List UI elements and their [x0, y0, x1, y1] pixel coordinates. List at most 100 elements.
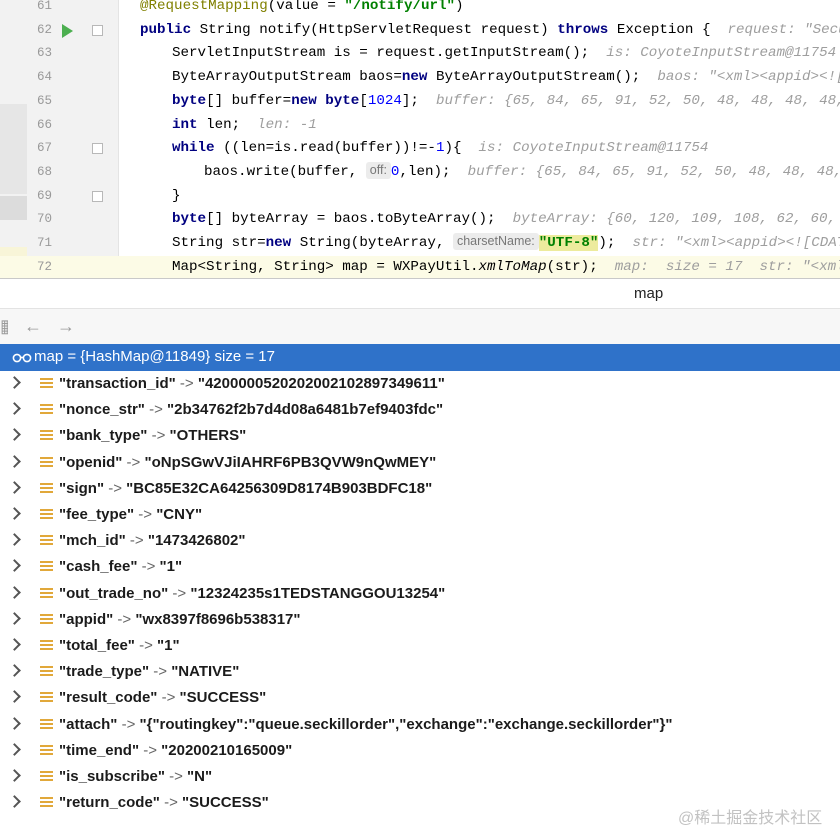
entry-value: "1473426802"	[147, 532, 246, 550]
expand-chevron-icon[interactable]	[8, 716, 21, 730]
expand-chevron-icon[interactable]	[8, 585, 21, 599]
expand-chevron-icon[interactable]	[8, 533, 21, 547]
tree-row[interactable]: "mch_id" -> "1473426802"	[0, 528, 840, 554]
code-line[interactable]: 65 byte[] buffer=new byte[1024]; buffer: …	[0, 90, 840, 114]
tree-row[interactable]: "time_end" -> "20200210165009"	[0, 738, 840, 764]
fold-marker-icon[interactable]	[92, 143, 103, 155]
map-entry-icon	[40, 535, 53, 548]
tree-row[interactable]: "nonce_str" -> "2b34762f2b7d4d08a6481b7e…	[0, 397, 840, 423]
code-line[interactable]: 72 Map<String, String> map = WXPayUtil.xm…	[0, 255, 840, 278]
expand-chevron-icon[interactable]	[8, 690, 21, 704]
code-line[interactable]: 66 int len; len: -1	[0, 114, 840, 138]
expand-chevron-icon[interactable]	[8, 795, 21, 809]
inline-debug-value: request: "SecurityC	[727, 21, 840, 38]
entry-text: "bank_type" -> "OTHERS"	[59, 423, 246, 449]
code-line[interactable]: 63 ServletInputStream is = request.getInp…	[0, 42, 840, 66]
tree-row[interactable]: "openid" -> "oNpSGwVJiIAHRF6PB3QVW9nQwME…	[0, 450, 840, 476]
tree-row[interactable]: "bank_type" -> "OTHERS"	[0, 423, 840, 449]
entry-key: "mch_id"	[59, 532, 126, 550]
code-token: ];	[401, 92, 436, 109]
expand-chevron-icon[interactable]	[8, 376, 21, 389]
entry-key: "fee_type"	[59, 506, 135, 523]
tree-root-row[interactable]: map = {HashMap@11849} size = 17	[0, 344, 840, 371]
tree-row[interactable]: "appid" -> "wx8397f8696b538317"	[0, 607, 840, 633]
code-line[interactable]: 61 @RequestMapping(value = "/notify/url")	[0, 0, 840, 19]
entry-value: "{"routingkey":"queue.seckillorder","exc…	[139, 715, 673, 733]
expand-chevron-icon[interactable]	[8, 507, 21, 520]
inline-debug-value: is: CoyoteInputStream@11754 requ	[606, 45, 837, 62]
code-line[interactable]: 68 baos.write(buffer, off: 0,len); buffer:…	[0, 161, 840, 185]
code-line[interactable]: 69}	[0, 185, 840, 209]
code-text: byte[] byteArray = baos.toByteArray(); b…	[172, 208, 840, 232]
expand-chevron-icon[interactable]	[8, 611, 21, 625]
expand-chevron-icon[interactable]	[8, 742, 21, 756]
code-token: String notify(HttpServletRequest request…	[199, 21, 558, 38]
run-gutter-icon[interactable]	[62, 23, 73, 38]
tree-row[interactable]: "result_code" -> "SUCCESS"	[0, 685, 840, 711]
code-token: ByteArrayOutputStream();	[435, 69, 658, 86]
tree-row[interactable]: "sign" -> "BC85E32CA64256309D8174B903BDF…	[0, 476, 840, 502]
tree-row[interactable]: "fee_type" -> "CNY"	[0, 502, 840, 528]
panel-title: map	[634, 285, 664, 302]
tree-row[interactable]: "is_subscribe" -> "N"	[0, 764, 840, 790]
entry-text: "time_end" -> "20200210165009"	[59, 738, 292, 764]
inline-debug-value: byteArray: {60, 120, 109, 108, 62, 60, 9…	[512, 211, 837, 228]
line-number: 67	[36, 141, 52, 156]
code-token: )	[455, 0, 464, 14]
entry-arrow: ->	[147, 427, 170, 445]
entry-value: "BC85E32CA64256309D8174B903BDFC18"	[126, 479, 433, 497]
fold-marker-icon[interactable]	[92, 190, 103, 202]
expand-chevron-icon[interactable]	[8, 454, 21, 468]
map-entry-icon	[40, 771, 53, 783]
line-number: 68	[36, 164, 52, 179]
inline-debug-value: map: size = 17 str: "<xml><app	[614, 258, 840, 275]
back-arrow-icon[interactable]: ←	[24, 317, 42, 335]
code-token: );	[598, 235, 633, 251]
code-line[interactable]: 62 public String notify(HttpServletReques…	[0, 19, 840, 43]
map-entry-icon	[40, 797, 53, 810]
expand-chevron-icon[interactable]	[8, 480, 21, 494]
code-text: @RequestMapping(value = "/notify/url")	[140, 0, 464, 19]
code-token: )	[444, 140, 453, 157]
expand-chevron-icon[interactable]	[8, 638, 21, 651]
inline-debug-value: is: CoyoteInputStream@11754	[478, 140, 709, 157]
watermark: @稀土掘金技术社区	[678, 810, 823, 827]
code-token: [] byteArray = baos.toByteArray();	[206, 211, 513, 228]
code-token: (value =	[267, 0, 345, 14]
tree-row[interactable]: "trade_type" -> "NATIVE"	[0, 659, 840, 685]
tree-row[interactable]: "total_fee" -> "1"	[0, 633, 840, 659]
map-entry-icon	[40, 587, 53, 600]
forward-arrow-icon[interactable]: →	[57, 317, 75, 335]
grid-icon[interactable]: ▦	[0, 317, 8, 335]
fold-marker-icon[interactable]	[92, 24, 103, 36]
map-entry-icon	[40, 430, 53, 443]
expand-chevron-icon[interactable]	[8, 402, 21, 416]
entry-value: "1"	[159, 558, 183, 576]
expand-chevron-icon[interactable]	[8, 769, 21, 782]
tree-row[interactable]: "attach" -> "{"routingkey":"queue.seckil…	[0, 712, 840, 738]
expand-chevron-icon[interactable]	[8, 664, 21, 678]
code-text: }	[172, 185, 181, 209]
tree-row[interactable]: "out_trade_no" -> "12324235s1TEDSTANGGOU…	[0, 581, 840, 607]
tree-row[interactable]: "cash_fee" -> "1"	[0, 554, 840, 580]
expand-chevron-icon[interactable]	[8, 559, 21, 573]
code-line[interactable]: 71 String str=new String(byteArray, chars…	[0, 232, 840, 256]
code-line[interactable]: 64 ByteArrayOutputStream baos=new ByteArr…	[0, 66, 840, 90]
code-editor[interactable]: 61 @RequestMapping(value = "/notify/url")…	[0, 0, 840, 278]
code-line[interactable]: 67 while ((len=is.read(buffer))!=-1){ is:…	[0, 137, 840, 161]
entry-text: "mch_id" -> "1473426802"	[59, 528, 246, 554]
code-token: len;	[206, 116, 258, 133]
entry-value: "CNY"	[156, 506, 203, 523]
entry-key: "bank_type"	[59, 427, 148, 445]
code-token: baos.write(buffer,	[204, 163, 366, 180]
inline-debug-value: buffer: {65, 84, 65, 91, 52, 50, 48, 48,…	[435, 92, 840, 109]
expand-chevron-icon[interactable]	[8, 428, 21, 442]
code-token: String str=	[172, 235, 266, 251]
line-number: 65	[36, 93, 52, 108]
tree-row[interactable]: "transaction_id" -> "4200000520202002102…	[0, 371, 840, 397]
code-token: int	[172, 116, 207, 133]
code-line[interactable]: 70 byte[] byteArray = baos.toByteArray();…	[0, 208, 840, 232]
entry-key: "attach"	[59, 715, 118, 733]
entry-key: "appid"	[59, 610, 114, 628]
entry-key: "trade_type"	[59, 663, 150, 681]
